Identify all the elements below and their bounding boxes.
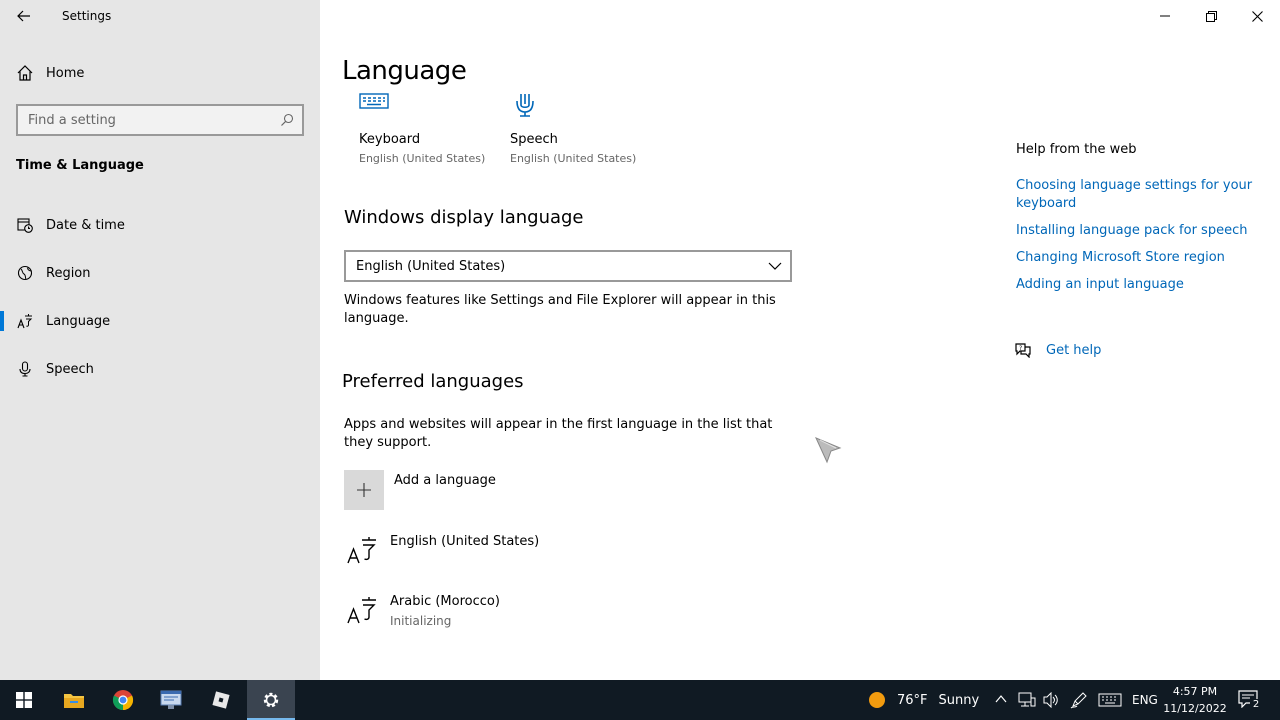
language-name: English (United States): [390, 534, 540, 549]
chevron-up-icon[interactable]: [995, 694, 1007, 704]
sidebar: Settings Home Time & Language Date & tim…: [0, 0, 320, 680]
taskbar-file-explorer[interactable]: [50, 680, 98, 720]
input-language-label: ENG: [1132, 693, 1158, 707]
display-language-heading: Windows display language: [344, 207, 584, 228]
pen-icon[interactable]: [1070, 691, 1088, 709]
display-language-description: Windows features like Settings and File …: [344, 293, 776, 326]
gear-icon: [263, 692, 279, 708]
add-language-button[interactable]: Add a language: [344, 470, 496, 510]
input-language-indicator[interactable]: ENG: [1132, 680, 1158, 720]
minimize-icon: [1160, 15, 1170, 17]
app-title: Settings: [62, 9, 112, 23]
taskbar-chrome[interactable]: [99, 680, 147, 720]
help-link-store-region[interactable]: Changing Microsoft Store region: [1016, 249, 1256, 267]
weather-temp: 76°F: [897, 692, 928, 708]
calendar-clock-icon: [16, 216, 34, 234]
action-center-button[interactable]: 2: [1238, 690, 1262, 712]
sidebar-item-label: Region: [46, 265, 91, 281]
sidebar-item-speech[interactable]: Speech: [0, 349, 320, 389]
restore-button[interactable]: [1188, 0, 1234, 32]
help-link-input-language[interactable]: Adding an input language: [1016, 276, 1256, 294]
sidebar-item-date-time[interactable]: Date & time: [0, 205, 320, 245]
speech-quick-link[interactable]: Speech English (United States): [510, 92, 650, 172]
cursor-icon: [815, 437, 842, 464]
app-window-icon: [160, 690, 182, 709]
notification-count: 2: [1250, 699, 1262, 711]
taskbar: 76°F Sunny ENG 4:57 PM 11/12/2022 2: [0, 680, 1280, 720]
language-status: Initializing: [390, 614, 452, 628]
back-button[interactable]: [12, 6, 36, 26]
minimize-button[interactable]: [1142, 0, 1188, 32]
quick-link-subtitle: English (United States): [359, 152, 486, 165]
folder-icon: [64, 694, 84, 708]
weather-sun-icon: [869, 692, 885, 708]
plus-icon: [344, 470, 384, 510]
restore-icon: [1205, 10, 1217, 22]
add-language-label: Add a language: [394, 473, 496, 488]
home-nav-item[interactable]: Home: [16, 64, 84, 82]
help-title: Help from the web: [1016, 142, 1137, 157]
taskbar-clock[interactable]: 4:57 PM 11/12/2022: [1160, 683, 1230, 717]
network-icon[interactable]: [1018, 692, 1036, 708]
help-link-keyboard-settings[interactable]: Choosing language settings for your keyb…: [1016, 177, 1256, 213]
language-list-item[interactable]: English (United States): [344, 532, 784, 580]
get-help-label: Get help: [1046, 342, 1102, 358]
close-button[interactable]: [1234, 0, 1280, 32]
volume-icon[interactable]: [1042, 692, 1060, 708]
language-icon: [346, 536, 378, 568]
taskbar-settings[interactable]: [247, 680, 295, 720]
svg-text:?: ?: [1019, 345, 1022, 352]
sidebar-item-label: Date & time: [46, 217, 125, 233]
microphone-icon: [16, 360, 34, 378]
start-button[interactable]: [0, 680, 48, 720]
home-icon: [17, 65, 33, 81]
home-label: Home: [46, 65, 85, 81]
search-box[interactable]: [16, 104, 304, 136]
search-input[interactable]: [28, 112, 268, 128]
help-link-language-pack[interactable]: Installing language pack for speech: [1016, 222, 1256, 240]
taskbar-app-window[interactable]: [148, 680, 196, 720]
language-name: Arabic (Morocco): [390, 594, 500, 609]
keyboard-quick-link[interactable]: Keyboard English (United States): [359, 92, 499, 172]
clock-date: 11/12/2022: [1163, 702, 1227, 715]
sidebar-item-language[interactable]: Language: [0, 301, 320, 341]
close-icon: [1251, 10, 1263, 22]
dropdown-selected-value: English (United States): [356, 258, 506, 274]
selected-indicator: [0, 311, 4, 331]
page-title: Language: [342, 56, 467, 86]
preferred-languages-heading: Preferred languages: [342, 371, 524, 392]
quick-link-label: Keyboard: [359, 132, 421, 147]
sidebar-item-label: Language: [46, 313, 111, 329]
section-title: Time & Language: [16, 158, 144, 173]
search-icon[interactable]: [280, 113, 294, 127]
sidebar-item-region[interactable]: Region: [0, 253, 320, 293]
preferred-languages-description: Apps and websites will appear in the fir…: [344, 417, 773, 450]
roblox-icon: [212, 691, 230, 709]
main-content: Language Keyboard English (United States…: [320, 0, 1280, 680]
back-arrow-icon: [17, 10, 30, 22]
touch-keyboard-icon[interactable]: [1098, 693, 1122, 707]
taskbar-roblox[interactable]: [197, 680, 245, 720]
sidebar-item-label: Speech: [46, 361, 94, 377]
display-language-dropdown[interactable]: English (United States): [344, 250, 792, 282]
chevron-down-icon: [768, 262, 782, 270]
windows-logo-icon: [16, 692, 32, 708]
quick-link-label: Speech: [510, 132, 558, 147]
language-list-item[interactable]: Arabic (Morocco) Initializing: [344, 592, 784, 640]
chat-help-icon: ?: [1015, 343, 1031, 358]
microphone-icon: [514, 92, 536, 122]
clock-time: 4:57 PM: [1172, 685, 1218, 698]
keyboard-icon: [359, 92, 389, 116]
weather-widget[interactable]: 76°F Sunny: [897, 680, 979, 720]
get-help-link[interactable]: ? Get help: [1014, 342, 1101, 358]
weather-text: Sunny: [938, 692, 980, 708]
language-icon: [16, 312, 34, 330]
globe-icon: [16, 264, 34, 282]
chrome-icon: [112, 690, 134, 711]
quick-link-subtitle: English (United States): [510, 152, 637, 165]
language-icon: [346, 596, 378, 628]
